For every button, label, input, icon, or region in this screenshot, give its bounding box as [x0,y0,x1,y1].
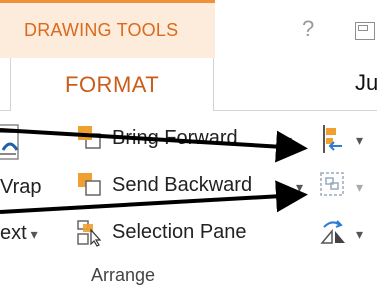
annotation-arrow-bottom [0,180,308,214]
annotation-arrows [0,128,308,214]
annotation-arrow-top [0,128,308,163]
